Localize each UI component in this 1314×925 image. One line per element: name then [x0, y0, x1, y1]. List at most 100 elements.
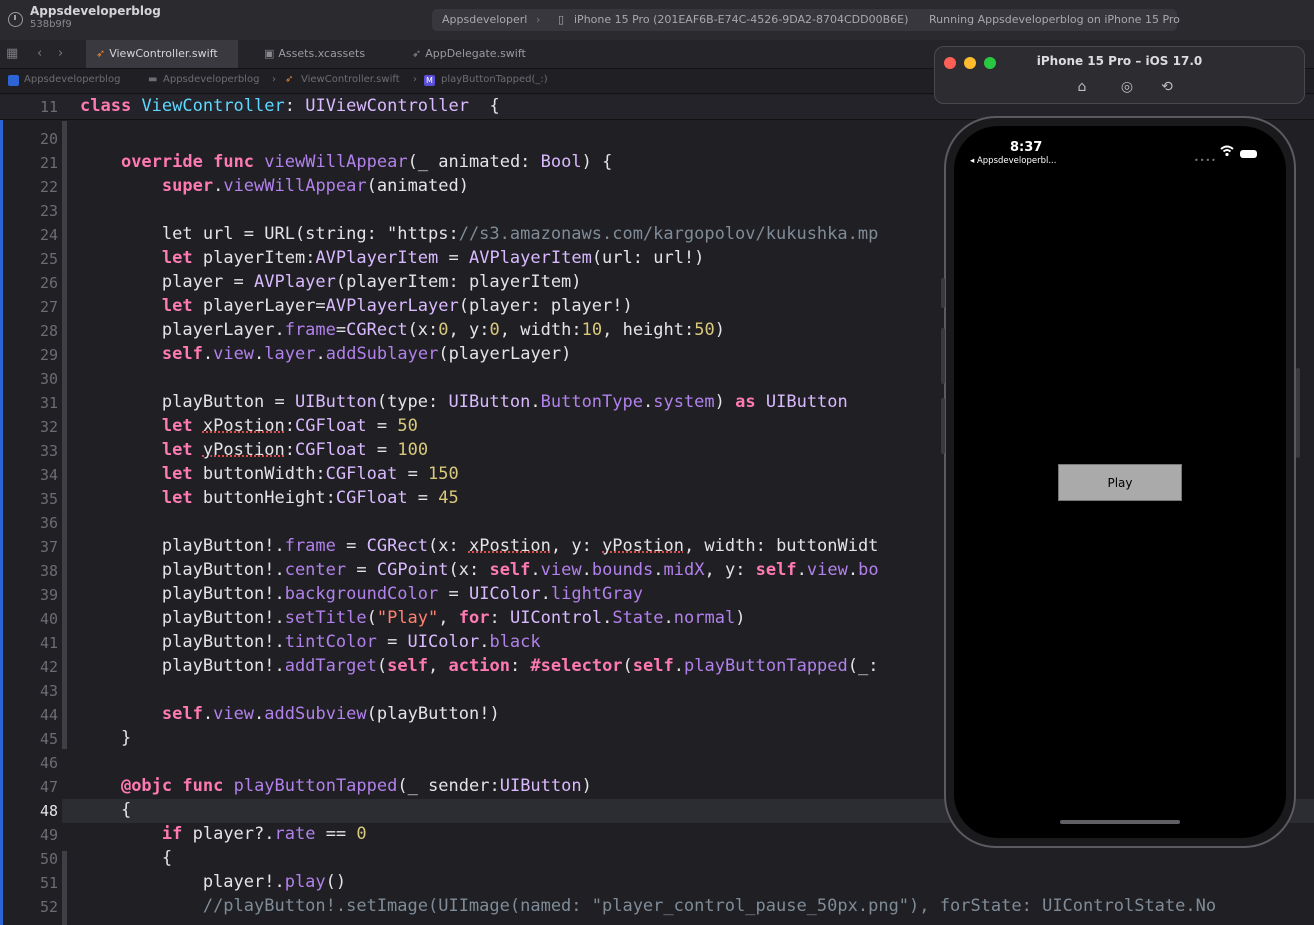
- tab-assets[interactable]: ▣ Assets.xcassets: [254, 40, 394, 68]
- line-number: 45: [39, 730, 58, 748]
- project-name: Appsdeveloperblog: [30, 4, 161, 18]
- line-number: 49: [39, 826, 58, 844]
- breadcrumb-file[interactable]: ViewController.swift: [301, 74, 400, 85]
- back-to-app-link[interactable]: ◂ Appsdeveloperbl...: [970, 156, 1056, 166]
- line-number: 32: [39, 418, 58, 436]
- line-number: 26: [39, 274, 58, 292]
- chevron-right-icon: ›: [536, 13, 541, 26]
- line-number: 28: [39, 322, 58, 340]
- cellular-icon: ••••: [1194, 156, 1217, 165]
- code-line[interactable]: let playerLayer=AVPlayerLayer(player: pl…: [80, 296, 633, 316]
- line-number: 29: [39, 346, 58, 364]
- app-target-icon: [8, 75, 19, 86]
- line-number: 47: [39, 778, 58, 796]
- line-number: 23: [39, 202, 58, 220]
- home-icon[interactable]: ⌂: [1074, 79, 1090, 95]
- code-line[interactable]: let yPostion:CGFloat = 100: [80, 440, 428, 460]
- code-line[interactable]: playButton!.frame = CGRect(x: xPostion, …: [80, 536, 879, 556]
- code-line[interactable]: let url = URL(string: "https://s3.amazon…: [80, 224, 878, 244]
- code-line[interactable]: playButton!.tintColor = UIColor.black: [80, 632, 541, 652]
- simulator-title: iPhone 15 Pro – iOS 17.0: [1036, 54, 1203, 68]
- line-number: 27: [39, 298, 58, 316]
- code-line[interactable]: if player?.rate == 0: [80, 824, 367, 844]
- phone-icon: ▯: [558, 13, 565, 26]
- line-number: 43: [39, 682, 58, 700]
- change-bar: [62, 851, 67, 925]
- scheme-activity-bar[interactable]: Appsdeveloperl › ▯ iPhone 15 Pro (201EAF…: [432, 9, 1180, 31]
- method-symbol-icon: M: [424, 75, 435, 86]
- line-number: 33: [39, 442, 58, 460]
- chevron-right-icon: ›: [413, 74, 417, 85]
- tab-appdelegate[interactable]: ➶ AppDelegate.swift: [402, 40, 542, 68]
- code-line[interactable]: playerLayer.frame=CGRect(x:0, y:0, width…: [80, 320, 725, 340]
- destination-selector[interactable]: iPhone 15 Pro (201EAF6B-E74C-4526-9DA2-8…: [574, 13, 908, 26]
- volume-down-button: [941, 398, 945, 454]
- breadcrumb-symbol[interactable]: playButtonTapped(_:): [441, 74, 548, 85]
- history-clock-icon[interactable]: [8, 12, 23, 27]
- line-number: 48: [39, 802, 58, 820]
- code-line[interactable]: super.viewWillAppear(animated): [80, 176, 469, 196]
- simulator-window-toolbar: iPhone 15 Pro – iOS 17.0 ⌂ ◎ ⟲: [934, 46, 1305, 104]
- code-line[interactable]: playButton!.setTitle("Play", for: UICont…: [80, 608, 746, 628]
- code-line[interactable]: self.view.addSubview(playButton!): [80, 704, 500, 724]
- code-line[interactable]: player!.play(): [80, 872, 346, 892]
- code-line[interactable]: playButton = UIButton(type: UIButton.But…: [80, 392, 848, 412]
- status-time: 8:37: [1010, 140, 1043, 155]
- code-line[interactable]: let buttonHeight:CGFloat = 45: [80, 488, 459, 508]
- scheme-selector[interactable]: Appsdeveloperl: [442, 13, 527, 26]
- volume-up-button: [941, 328, 945, 384]
- line-number: 37: [39, 538, 58, 556]
- code-line[interactable]: player = AVPlayer(playerItem: playerItem…: [80, 272, 582, 292]
- asset-catalog-icon: ▣: [264, 47, 275, 60]
- battery-icon: [1240, 150, 1257, 158]
- line-number: 51: [39, 874, 58, 892]
- code-line[interactable]: override func viewWillAppear(_ animated:…: [80, 152, 612, 172]
- code-line[interactable]: playButton!.center = CGPoint(x: self.vie…: [80, 560, 879, 580]
- line-number: 21: [39, 154, 58, 172]
- power-button: [1296, 368, 1300, 458]
- code-line[interactable]: playButton!.addTarget(self, action: #sel…: [80, 656, 879, 676]
- grid-icon[interactable]: ▦: [6, 46, 18, 61]
- swift-file-icon: ➶: [412, 47, 422, 60]
- code-line[interactable]: {: [80, 848, 172, 868]
- mute-switch: [941, 278, 945, 308]
- line-number: 34: [39, 466, 58, 484]
- code-line[interactable]: let xPostion:CGFloat = 50: [80, 416, 418, 436]
- forward-arrow-icon[interactable]: ›: [58, 46, 63, 61]
- code-line[interactable]: {: [80, 800, 131, 820]
- screenshot-icon[interactable]: ◎: [1119, 79, 1135, 95]
- home-indicator[interactable]: [1060, 820, 1180, 824]
- play-button[interactable]: Play: [1058, 464, 1182, 501]
- swift-file-icon: ➶: [285, 74, 294, 85]
- line-number: 35: [39, 490, 58, 508]
- line-number: 50: [39, 850, 58, 868]
- wifi-icon: [1220, 145, 1234, 157]
- line-number: 11: [39, 98, 58, 116]
- folder-icon: ▬: [148, 74, 158, 85]
- code-line[interactable]: let buttonWidth:CGFloat = 150: [80, 464, 459, 484]
- code-line[interactable]: //playButton!.setImage(UIImage(named: "p…: [80, 896, 1216, 916]
- rotate-icon[interactable]: ⟲: [1159, 79, 1175, 95]
- line-number: 44: [39, 706, 58, 724]
- change-bar: [62, 121, 67, 749]
- simulator-screen[interactable]: 8:37 ◂ Appsdeveloperbl... •••• Play: [954, 126, 1286, 838]
- line-number: 31: [39, 394, 58, 412]
- line-number: 46: [39, 754, 58, 772]
- line-number: 42: [39, 658, 58, 676]
- chevron-right-icon: ›: [272, 74, 276, 85]
- project-branch: 538b9f9: [30, 19, 72, 30]
- back-arrow-icon[interactable]: ‹: [37, 46, 42, 61]
- code-line[interactable]: self.view.layer.addSublayer(playerLayer): [80, 344, 572, 364]
- line-number: 38: [39, 562, 58, 580]
- breadcrumb-folder[interactable]: Appsdeveloperblog: [163, 74, 259, 85]
- code-line[interactable]: @objc func playButtonTapped(_ sender:UIB…: [80, 776, 592, 796]
- code-line[interactable]: }: [80, 728, 131, 748]
- line-number: 52: [39, 898, 58, 916]
- breadcrumb-target[interactable]: Appsdeveloperblog: [24, 74, 120, 85]
- line-number: 39: [39, 586, 58, 604]
- line-number: 36: [39, 514, 58, 532]
- code-line[interactable]: let playerItem:AVPlayerItem = AVPlayerIt…: [80, 248, 705, 268]
- line-number: 22: [39, 178, 58, 196]
- tab-viewcontroller[interactable]: ➶ ViewController.swift: [86, 40, 238, 68]
- code-line[interactable]: playButton!.backgroundColor = UIColor.li…: [80, 584, 643, 604]
